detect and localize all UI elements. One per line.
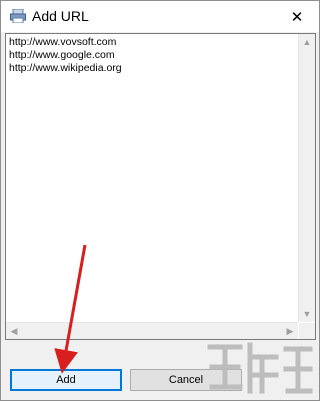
app-icon	[10, 9, 26, 23]
horizontal-scrollbar[interactable]: ◀ ▶	[6, 322, 298, 339]
add-url-dialog: Add URL ✕ http://www.vovsoft.com http://…	[0, 0, 320, 401]
vertical-scrollbar[interactable]: ▲ ▼	[298, 34, 315, 322]
window-title: Add URL	[32, 8, 89, 24]
close-icon: ✕	[290, 8, 304, 26]
cancel-button[interactable]: Cancel	[130, 369, 242, 391]
scroll-left-icon[interactable]: ◀	[6, 323, 22, 339]
scroll-right-icon[interactable]: ▶	[282, 323, 298, 339]
url-textarea[interactable]: http://www.vovsoft.com http://www.google…	[5, 33, 316, 340]
url-line: http://www.vovsoft.com	[9, 36, 117, 48]
url-list: http://www.vovsoft.com http://www.google…	[7, 36, 122, 75]
scroll-up-icon[interactable]: ▲	[299, 34, 315, 50]
scroll-down-icon[interactable]: ▼	[299, 306, 315, 322]
url-line: http://www.wikipedia.org	[9, 62, 122, 74]
scrollbar-corner	[299, 323, 315, 339]
close-button[interactable]: ✕	[275, 1, 319, 32]
url-line: http://www.google.com	[9, 49, 115, 61]
add-button[interactable]: Add	[10, 369, 122, 391]
title-bar[interactable]: Add URL ✕	[1, 1, 319, 32]
